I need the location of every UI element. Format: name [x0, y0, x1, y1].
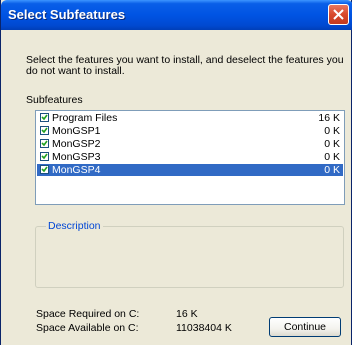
- close-icon: [333, 9, 344, 20]
- feature-row-mongsp2[interactable]: MonGSP2 0 K: [37, 138, 343, 150]
- space-required-value: 16 K: [176, 308, 198, 320]
- feature-label: MonGSP3: [52, 151, 101, 163]
- subfeatures-list[interactable]: Program Files 16 K MonGSP1 0 K MonGSP2 0…: [35, 110, 345, 205]
- feature-checkbox[interactable]: [40, 139, 49, 148]
- feature-row-mongsp4[interactable]: MonGSP4 0 K: [37, 164, 343, 176]
- checkmark-icon: [41, 153, 48, 160]
- feature-label: MonGSP4: [52, 164, 101, 176]
- feature-label: Program Files: [52, 112, 118, 124]
- checkmark-icon: [41, 127, 48, 134]
- feature-size: 0 K: [324, 138, 340, 150]
- continue-button[interactable]: Continue: [269, 317, 341, 337]
- instructions-text: Select the features you want to install,…: [26, 54, 344, 77]
- checkmark-icon: [41, 140, 48, 147]
- feature-row-mongsp1[interactable]: MonGSP1 0 K: [37, 125, 343, 137]
- description-group: Description: [35, 220, 344, 288]
- feature-size: 0 K: [324, 151, 340, 163]
- feature-checkbox[interactable]: [40, 152, 49, 161]
- space-required-label: Space Required on C:: [36, 308, 140, 320]
- feature-checkbox[interactable]: [40, 113, 49, 122]
- feature-size: 0 K: [324, 164, 340, 176]
- space-available-label: Space Available on C:: [36, 322, 139, 334]
- feature-row-program-files[interactable]: Program Files 16 K: [37, 112, 343, 124]
- window-title: Select Subfeatures: [8, 7, 126, 22]
- feature-label: MonGSP1: [52, 125, 101, 137]
- feature-size: 16 K: [318, 112, 340, 124]
- title-bar[interactable]: Select Subfeatures: [1, 0, 352, 30]
- space-available-value: 11038404 K: [176, 322, 232, 334]
- subfeatures-label: Subfeatures: [26, 94, 83, 106]
- close-button[interactable]: [328, 4, 349, 25]
- select-subfeatures-dialog: Select Subfeatures Select the features y…: [0, 0, 352, 345]
- checkmark-icon: [41, 114, 48, 121]
- feature-label: MonGSP2: [52, 138, 101, 150]
- feature-row-mongsp3[interactable]: MonGSP3 0 K: [37, 151, 343, 163]
- description-legend: Description: [46, 220, 103, 232]
- checkmark-icon: [41, 166, 48, 173]
- feature-size: 0 K: [324, 125, 340, 137]
- feature-checkbox[interactable]: [40, 126, 49, 135]
- feature-checkbox[interactable]: [40, 165, 49, 174]
